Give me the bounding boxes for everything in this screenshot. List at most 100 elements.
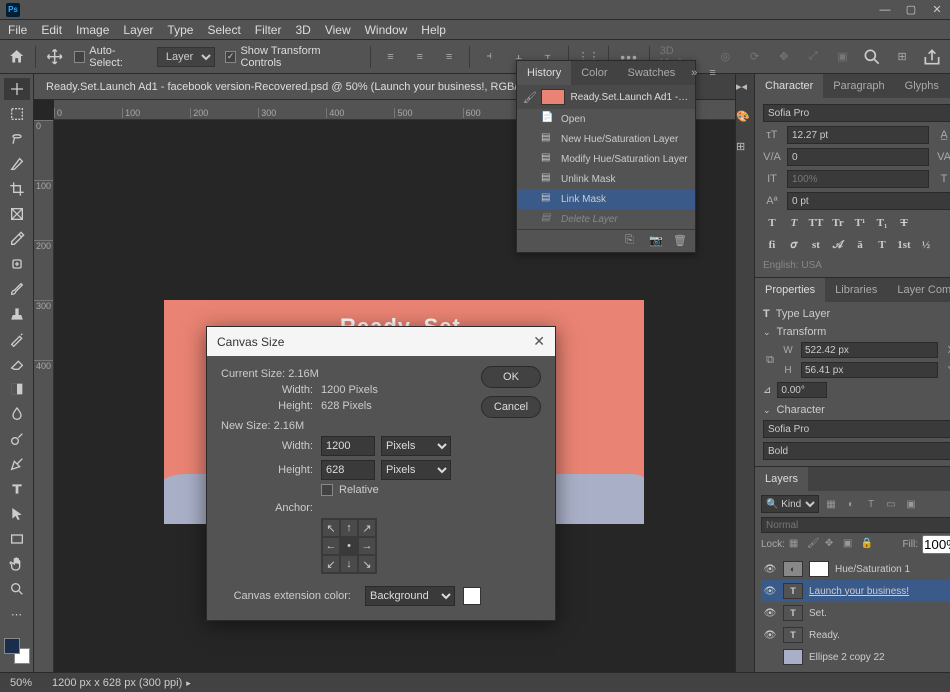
lock-all-icon[interactable]: 🔒 (861, 538, 875, 552)
brush-tool[interactable] (4, 278, 30, 300)
extension-color-select[interactable]: Background (365, 586, 455, 606)
filter-shape-icon[interactable]: ▭ (883, 496, 899, 512)
height-input[interactable] (801, 362, 938, 378)
faux-italic-button[interactable]: T (785, 214, 803, 232)
tab-libraries[interactable]: Libraries (825, 278, 887, 302)
auto-select-target[interactable]: Layer (157, 47, 215, 67)
collapsed-panel-icon[interactable]: ▸◂ (736, 80, 754, 98)
crop-tool[interactable] (4, 178, 30, 200)
anchor-nw[interactable]: ↖ (322, 519, 340, 537)
menu-file[interactable]: File (8, 23, 27, 37)
history-state[interactable]: ▤Modify Hue/Saturation Layer (517, 149, 695, 169)
vertical-scale-input[interactable] (787, 170, 929, 188)
layer-row[interactable]: 👁 ◐ Hue/Saturation 1 (761, 558, 950, 580)
filter-adjustment-icon[interactable]: ◐ (843, 496, 859, 512)
tab-history[interactable]: History (517, 61, 571, 85)
lock-artboard-icon[interactable]: ▣ (843, 538, 857, 552)
layer-row[interactable]: 👁 T Ready. (761, 624, 950, 646)
new-document-from-state-icon[interactable]: ⎘ (625, 234, 639, 248)
titling-alt-button[interactable]: T (873, 236, 891, 254)
transform-section-toggle[interactable]: ⌄Transform (763, 326, 950, 338)
show-transform-controls-checkbox[interactable]: Show Transform Controls (225, 45, 360, 69)
anchor-sw[interactable]: ↙ (322, 555, 340, 573)
eyedropper-tool[interactable] (4, 228, 30, 250)
hand-tool[interactable] (4, 553, 30, 575)
layer-name[interactable]: Set. (809, 608, 950, 619)
swatches-strip-icon[interactable]: 🎨 (736, 110, 754, 128)
lock-position-icon[interactable]: ✥ (825, 538, 839, 552)
extension-color-swatch[interactable] (463, 587, 481, 605)
relative-checkbox[interactable]: Relative (321, 484, 541, 496)
filter-type-icon[interactable]: T (863, 496, 879, 512)
window-close-button[interactable]: ✕ (930, 3, 944, 17)
width-unit-select[interactable]: Pixels (381, 436, 451, 456)
anchor-n[interactable]: ↑ (340, 519, 358, 537)
tab-color[interactable]: Color (571, 61, 617, 85)
faux-bold-button[interactable]: T (763, 214, 781, 232)
menu-select[interactable]: Select (207, 23, 240, 37)
gradient-tool[interactable] (4, 378, 30, 400)
new-height-input[interactable] (321, 460, 375, 480)
discretionary-lig-button[interactable]: st (807, 236, 825, 254)
new-snapshot-icon[interactable]: 📷 (649, 234, 663, 248)
dialog-close-button[interactable]: ✕ (533, 333, 545, 350)
layer-name[interactable]: Launch your business! (809, 586, 950, 597)
window-minimize-button[interactable]: — (878, 3, 892, 17)
menu-help[interactable]: Help (421, 23, 446, 37)
menu-window[interactable]: Window (365, 23, 408, 37)
kerning-input[interactable] (787, 148, 929, 166)
quick-selection-tool[interactable] (4, 153, 30, 175)
home-icon[interactable] (8, 48, 25, 66)
visibility-toggle-icon[interactable]: 👁 (763, 564, 777, 575)
align-horizontal-centers-icon[interactable]: ≡ (410, 47, 429, 67)
link-wh-icon[interactable]: ⧉ (763, 354, 777, 367)
visibility-toggle-icon[interactable]: 👁 (763, 630, 777, 641)
align-top-edges-icon[interactable]: ⫞ (480, 47, 499, 67)
language-select[interactable]: English: USA (763, 260, 822, 271)
delete-state-icon[interactable]: 🗑 (673, 234, 687, 248)
font-size-input[interactable] (787, 126, 929, 144)
layer-filter-kind[interactable]: 🔍 Kind (761, 495, 819, 513)
visibility-toggle-icon[interactable]: 👁 (763, 586, 777, 597)
share-icon[interactable] (922, 47, 942, 67)
anchor-ne[interactable]: ↗ (358, 519, 376, 537)
marquee-tool[interactable] (4, 103, 30, 125)
tab-glyphs[interactable]: Glyphs (895, 74, 949, 98)
dodge-tool[interactable] (4, 428, 30, 450)
blur-tool[interactable] (4, 403, 30, 425)
tab-swatches[interactable]: Swatches (618, 61, 686, 85)
lock-transparency-icon[interactable]: ▦ (789, 538, 803, 552)
zoom-tool[interactable] (4, 578, 30, 600)
vertical-ruler[interactable]: 0100200300400 (34, 120, 54, 672)
tab-layer-comps[interactable]: Layer Comps (887, 278, 950, 302)
history-brush-source-icon[interactable]: 🖌 (523, 91, 535, 104)
anchor-center[interactable]: • (340, 537, 358, 555)
angle-input[interactable] (777, 382, 827, 398)
layer-row[interactable]: Ellipse 2 copy 22 (761, 646, 950, 668)
rectangle-tool[interactable] (4, 528, 30, 550)
collapse-panel-icon[interactable]: » (685, 67, 703, 79)
blend-mode-select[interactable]: Normal (761, 517, 950, 533)
zoom-level[interactable]: 50% (10, 677, 32, 689)
panel-menu-icon[interactable]: ≡ (703, 67, 721, 79)
contextual-alt-button[interactable]: 𝜎 (785, 236, 803, 254)
history-state[interactable]: ▤Link Mask (517, 189, 695, 209)
anchor-grid[interactable]: ↖ ↑ ↗ ← • → ↙ ↓ ↘ (321, 518, 377, 574)
anchor-s[interactable]: ↓ (340, 555, 358, 573)
move-tool[interactable] (4, 78, 30, 100)
ligatures-button[interactable]: fi (763, 236, 781, 254)
edit-toolbar[interactable]: ⋯ (4, 603, 30, 625)
visibility-toggle-icon[interactable]: 👁 (763, 608, 777, 619)
tab-paragraph[interactable]: Paragraph (823, 74, 894, 98)
menu-filter[interactable]: Filter (255, 23, 282, 37)
filter-smart-icon[interactable]: ▣ (903, 496, 919, 512)
document-tab[interactable]: Ready.Set.Launch Ad1 - facebook version-… (34, 74, 560, 99)
filter-pixel-icon[interactable]: ▦ (823, 496, 839, 512)
fractions-button[interactable]: ½ (917, 236, 935, 254)
pen-tool[interactable] (4, 453, 30, 475)
ordinals-button[interactable]: 1st (895, 236, 913, 254)
menu-edit[interactable]: Edit (41, 23, 62, 37)
menu-type[interactable]: Type (167, 23, 193, 37)
menu-3d[interactable]: 3D (295, 23, 310, 37)
history-state[interactable]: 📄Open (517, 109, 695, 129)
